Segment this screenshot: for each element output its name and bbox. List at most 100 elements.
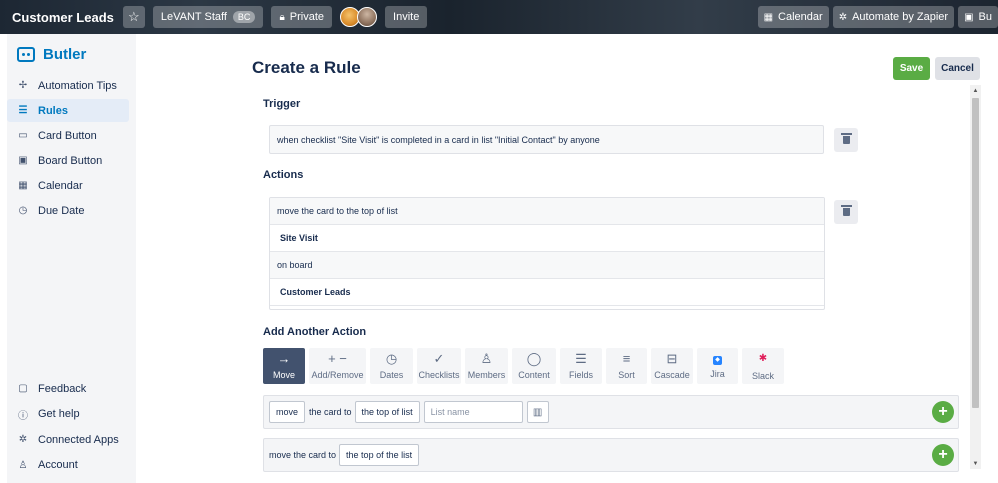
calendar-icon: ▦ <box>18 180 28 191</box>
calendar-icon: ▦ <box>763 11 774 23</box>
sidebar-item-label: Connected Apps <box>38 433 119 446</box>
butler-button-label: Bu <box>978 11 992 23</box>
scroll-thumb[interactable] <box>972 98 979 408</box>
visibility-button[interactable]: 🔒︎ Private <box>271 6 333 28</box>
sidebar-item-due-date[interactable]: ◷ Due Date <box>7 199 129 222</box>
board-title[interactable]: Customer Leads <box>12 10 114 25</box>
avatar[interactable] <box>357 7 378 27</box>
list-name-input[interactable]: List name <box>423 401 523 423</box>
gear-icon: ✲ <box>18 434 28 445</box>
sidebar-item-label: Rules <box>38 104 68 117</box>
scroll-up-arrow-icon[interactable]: ▲ <box>970 85 981 96</box>
lock-icon: 🔒︎ <box>279 11 285 23</box>
add-action-button[interactable]: + <box>932 444 954 466</box>
trash-icon <box>840 205 852 216</box>
team-button[interactable]: LeVANT Staff BC <box>152 6 264 28</box>
sidebar-item-board-button[interactable]: ▣ Board Button <box>7 149 129 172</box>
cancel-button[interactable]: Cancel <box>935 57 980 80</box>
zapier-button-label: Automate by Zapier <box>852 11 949 23</box>
action-line: move the card to the top of list <box>270 198 824 225</box>
sidebar-item-label: Account <box>38 459 78 471</box>
tab-content[interactable]: ◯ Content <box>512 348 556 384</box>
tab-dates[interactable]: ◷ Dates <box>370 348 413 384</box>
add-action-button[interactable]: + <box>932 401 954 423</box>
calendar-button[interactable]: ▦ Calendar <box>757 6 829 28</box>
add-action-heading: Add Another Action <box>263 326 367 338</box>
invite-button[interactable]: Invite <box>385 6 428 28</box>
sliders-icon: ☰ <box>18 105 28 116</box>
tab-slack[interactable]: ✱ Slack <box>742 348 784 384</box>
scrollbar[interactable]: ▲ ▼ <box>970 85 981 469</box>
trash-icon <box>840 133 852 144</box>
sidebar-item-feedback[interactable]: ▢ Feedback <box>7 377 129 400</box>
visibility-label: Private <box>289 11 325 23</box>
page-title: Create a Rule <box>252 58 361 77</box>
tab-fields[interactable]: ☰ Fields <box>560 348 602 384</box>
user-icon: ♙ <box>480 351 493 366</box>
sidebar-item-account[interactable]: ♙ Account <box>7 454 129 477</box>
tab-label: Add/Remove <box>311 370 364 380</box>
plus-minus-icon: + − <box>328 351 347 366</box>
user-icon: ♙ <box>18 459 28 471</box>
save-button[interactable]: Save <box>893 57 930 80</box>
action-category-tabs: → Move + − Add/Remove ◷ Dates ✓ Checklis… <box>263 348 788 384</box>
tab-move[interactable]: → Move <box>263 348 305 384</box>
action-static-text: move the card to <box>269 450 337 460</box>
sidebar-item-rules[interactable]: ☰ Rules <box>7 99 129 122</box>
calendar-button-label: Calendar <box>778 11 823 23</box>
tab-label: Slack <box>751 370 774 381</box>
delete-trigger-button[interactable] <box>834 128 858 152</box>
butler-header: Butler <box>7 36 136 72</box>
zapier-button[interactable]: ✲ Automate by Zapier <box>832 6 955 28</box>
butler-button[interactable]: ▣ Bu <box>958 6 998 28</box>
star-icon: ☆ <box>128 9 140 24</box>
action-line-board: Customer Leads <box>270 279 824 306</box>
sidebar-item-label: Card Button <box>38 129 97 142</box>
trigger-text[interactable]: when checklist "Site Visit" is completed… <box>269 125 824 154</box>
move-verb-select[interactable]: move <box>269 401 306 423</box>
card-icon: ▭ <box>18 130 28 141</box>
sparkle-icon: ✢ <box>18 80 28 91</box>
butler-sidebar: Butler ✢ Automation Tips ☰ Rules ▭ Card … <box>7 34 136 483</box>
butler-icon <box>17 46 35 62</box>
tab-label: Checklists <box>418 370 460 380</box>
tab-label: Content <box>518 370 550 380</box>
tab-label: Move <box>272 370 295 380</box>
list-picker-button[interactable]: ▥ <box>526 401 549 423</box>
action-builder-row: move the card to the top of list List na… <box>263 395 959 429</box>
chat-icon: ◯ <box>526 351 542 366</box>
butler-icon: ▣ <box>964 11 974 23</box>
sidebar-item-label: Due Date <box>38 204 85 217</box>
sidebar-item-label: Get help <box>38 408 80 420</box>
sidebar-item-get-help[interactable]: ⓘ Get help <box>7 403 129 426</box>
tab-jira[interactable]: ◆ Jira <box>697 348 738 384</box>
delete-action-button[interactable] <box>834 200 858 224</box>
slack-icon: ✱ <box>758 352 768 364</box>
check-icon: ✓ <box>433 351 445 366</box>
sidebar-item-calendar[interactable]: ▦ Calendar <box>7 174 129 197</box>
tab-label: Sort <box>618 370 635 380</box>
tab-label: Jira <box>710 368 725 379</box>
action-static-text: the card to <box>309 407 352 417</box>
tab-sort[interactable]: ≡ Sort <box>606 348 647 384</box>
sidebar-item-automation-tips[interactable]: ✢ Automation Tips <box>7 74 129 97</box>
tab-cascade[interactable]: ⊟ Cascade <box>651 348 693 384</box>
tab-members[interactable]: ♙ Members <box>465 348 508 384</box>
board-header-right: ▦ Calendar ✲ Automate by Zapier ▣ Bu <box>757 6 998 28</box>
tab-checklists[interactable]: ✓ Checklists <box>417 348 461 384</box>
tab-label: Fields <box>568 370 593 380</box>
tab-add-remove[interactable]: + − Add/Remove <box>309 348 366 384</box>
actions-heading: Actions <box>263 169 304 181</box>
lines-icon: ☰ <box>575 351 587 366</box>
board-icon: ▣ <box>18 155 28 166</box>
sidebar-item-card-button[interactable]: ▭ Card Button <box>7 124 129 147</box>
board-header: Customer Leads ☆ LeVANT Staff BC 🔒︎ Priv… <box>0 0 998 34</box>
sidebar-item-connected-apps[interactable]: ✲ Connected Apps <box>7 428 129 451</box>
action-line-list: Site Visit <box>270 225 824 252</box>
sidebar-item-label: Calendar <box>38 179 83 192</box>
scroll-down-arrow-icon[interactable]: ▼ <box>970 458 981 469</box>
position-select[interactable]: the top of list <box>354 401 420 423</box>
tab-label: Dates <box>379 370 404 380</box>
star-button[interactable]: ☆ <box>122 6 145 28</box>
position-select[interactable]: the top of the list <box>339 444 420 466</box>
